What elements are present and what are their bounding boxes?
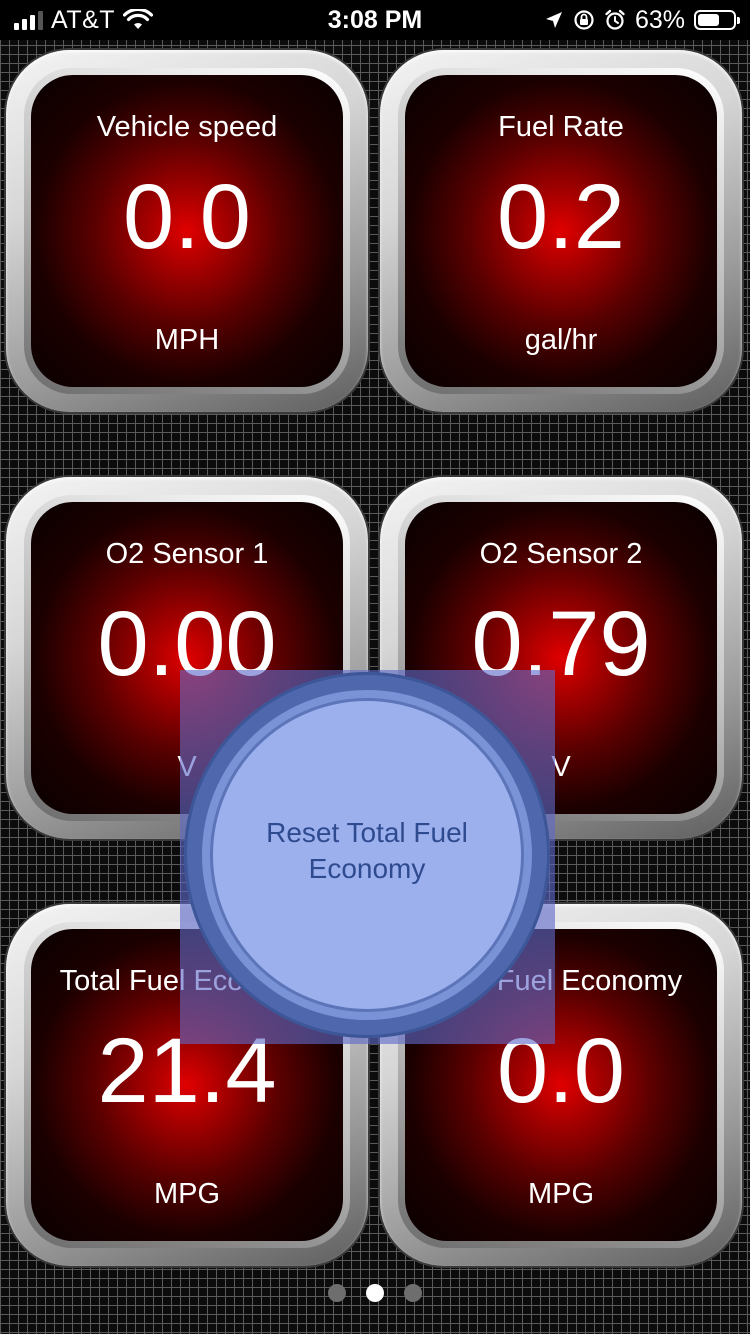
gauge-unit: MPG	[153, 1178, 221, 1210]
alarm-icon	[605, 9, 625, 30]
reset-button-label: Reset Total Fuel Economy	[266, 817, 468, 884]
page-dot[interactable]	[328, 1284, 346, 1302]
status-bar: AT&T 3:08 PM 63%	[0, 0, 750, 40]
gauge-value: 0.0	[123, 166, 251, 268]
gauge-unit: gal/hr	[524, 324, 598, 356]
battery-nub	[737, 17, 740, 24]
gauge-fuel-rate[interactable]: Fuel Rate 0.2 gal/hr	[380, 50, 742, 412]
gauge-unit: MPH	[154, 324, 220, 356]
battery-percent: 63%	[634, 5, 685, 34]
gauge-bezel: Fuel Rate 0.2 gal/hr	[398, 68, 724, 394]
gauge-label: O2 Sensor 1	[105, 538, 269, 570]
gauge-value: 0.2	[497, 166, 625, 268]
gauge-bezel: Vehicle speed 0.0 MPH	[24, 68, 350, 394]
gauge-label: O2 Sensor 2	[479, 538, 643, 570]
battery-fill	[698, 14, 719, 26]
gauge-vehicle-speed[interactable]: Vehicle speed 0.0 MPH	[6, 50, 368, 412]
status-right: 63%	[544, 5, 740, 34]
gauge-label: Vehicle speed	[96, 111, 278, 143]
gauge-unit: MPG	[527, 1178, 595, 1210]
reset-button-ring: Reset Total Fuel Economy	[184, 672, 550, 1038]
reset-popup-overlay: Reset Total Fuel Economy	[180, 670, 555, 1044]
reset-button-ring-inner: Reset Total Fuel Economy	[202, 690, 532, 1020]
battery-icon	[694, 10, 740, 30]
page-dot[interactable]	[366, 1284, 384, 1302]
gauge-face: Fuel Rate 0.2 gal/hr	[405, 75, 717, 387]
reset-total-fuel-economy-button[interactable]: Reset Total Fuel Economy	[210, 698, 524, 1012]
gauge-label: Fuel Rate	[498, 111, 624, 143]
gauge-face: Vehicle speed 0.0 MPH	[31, 75, 343, 387]
page-dot[interactable]	[404, 1284, 422, 1302]
orientation-lock-icon	[574, 10, 594, 30]
page-indicator[interactable]	[0, 1284, 750, 1302]
location-icon	[545, 12, 562, 28]
